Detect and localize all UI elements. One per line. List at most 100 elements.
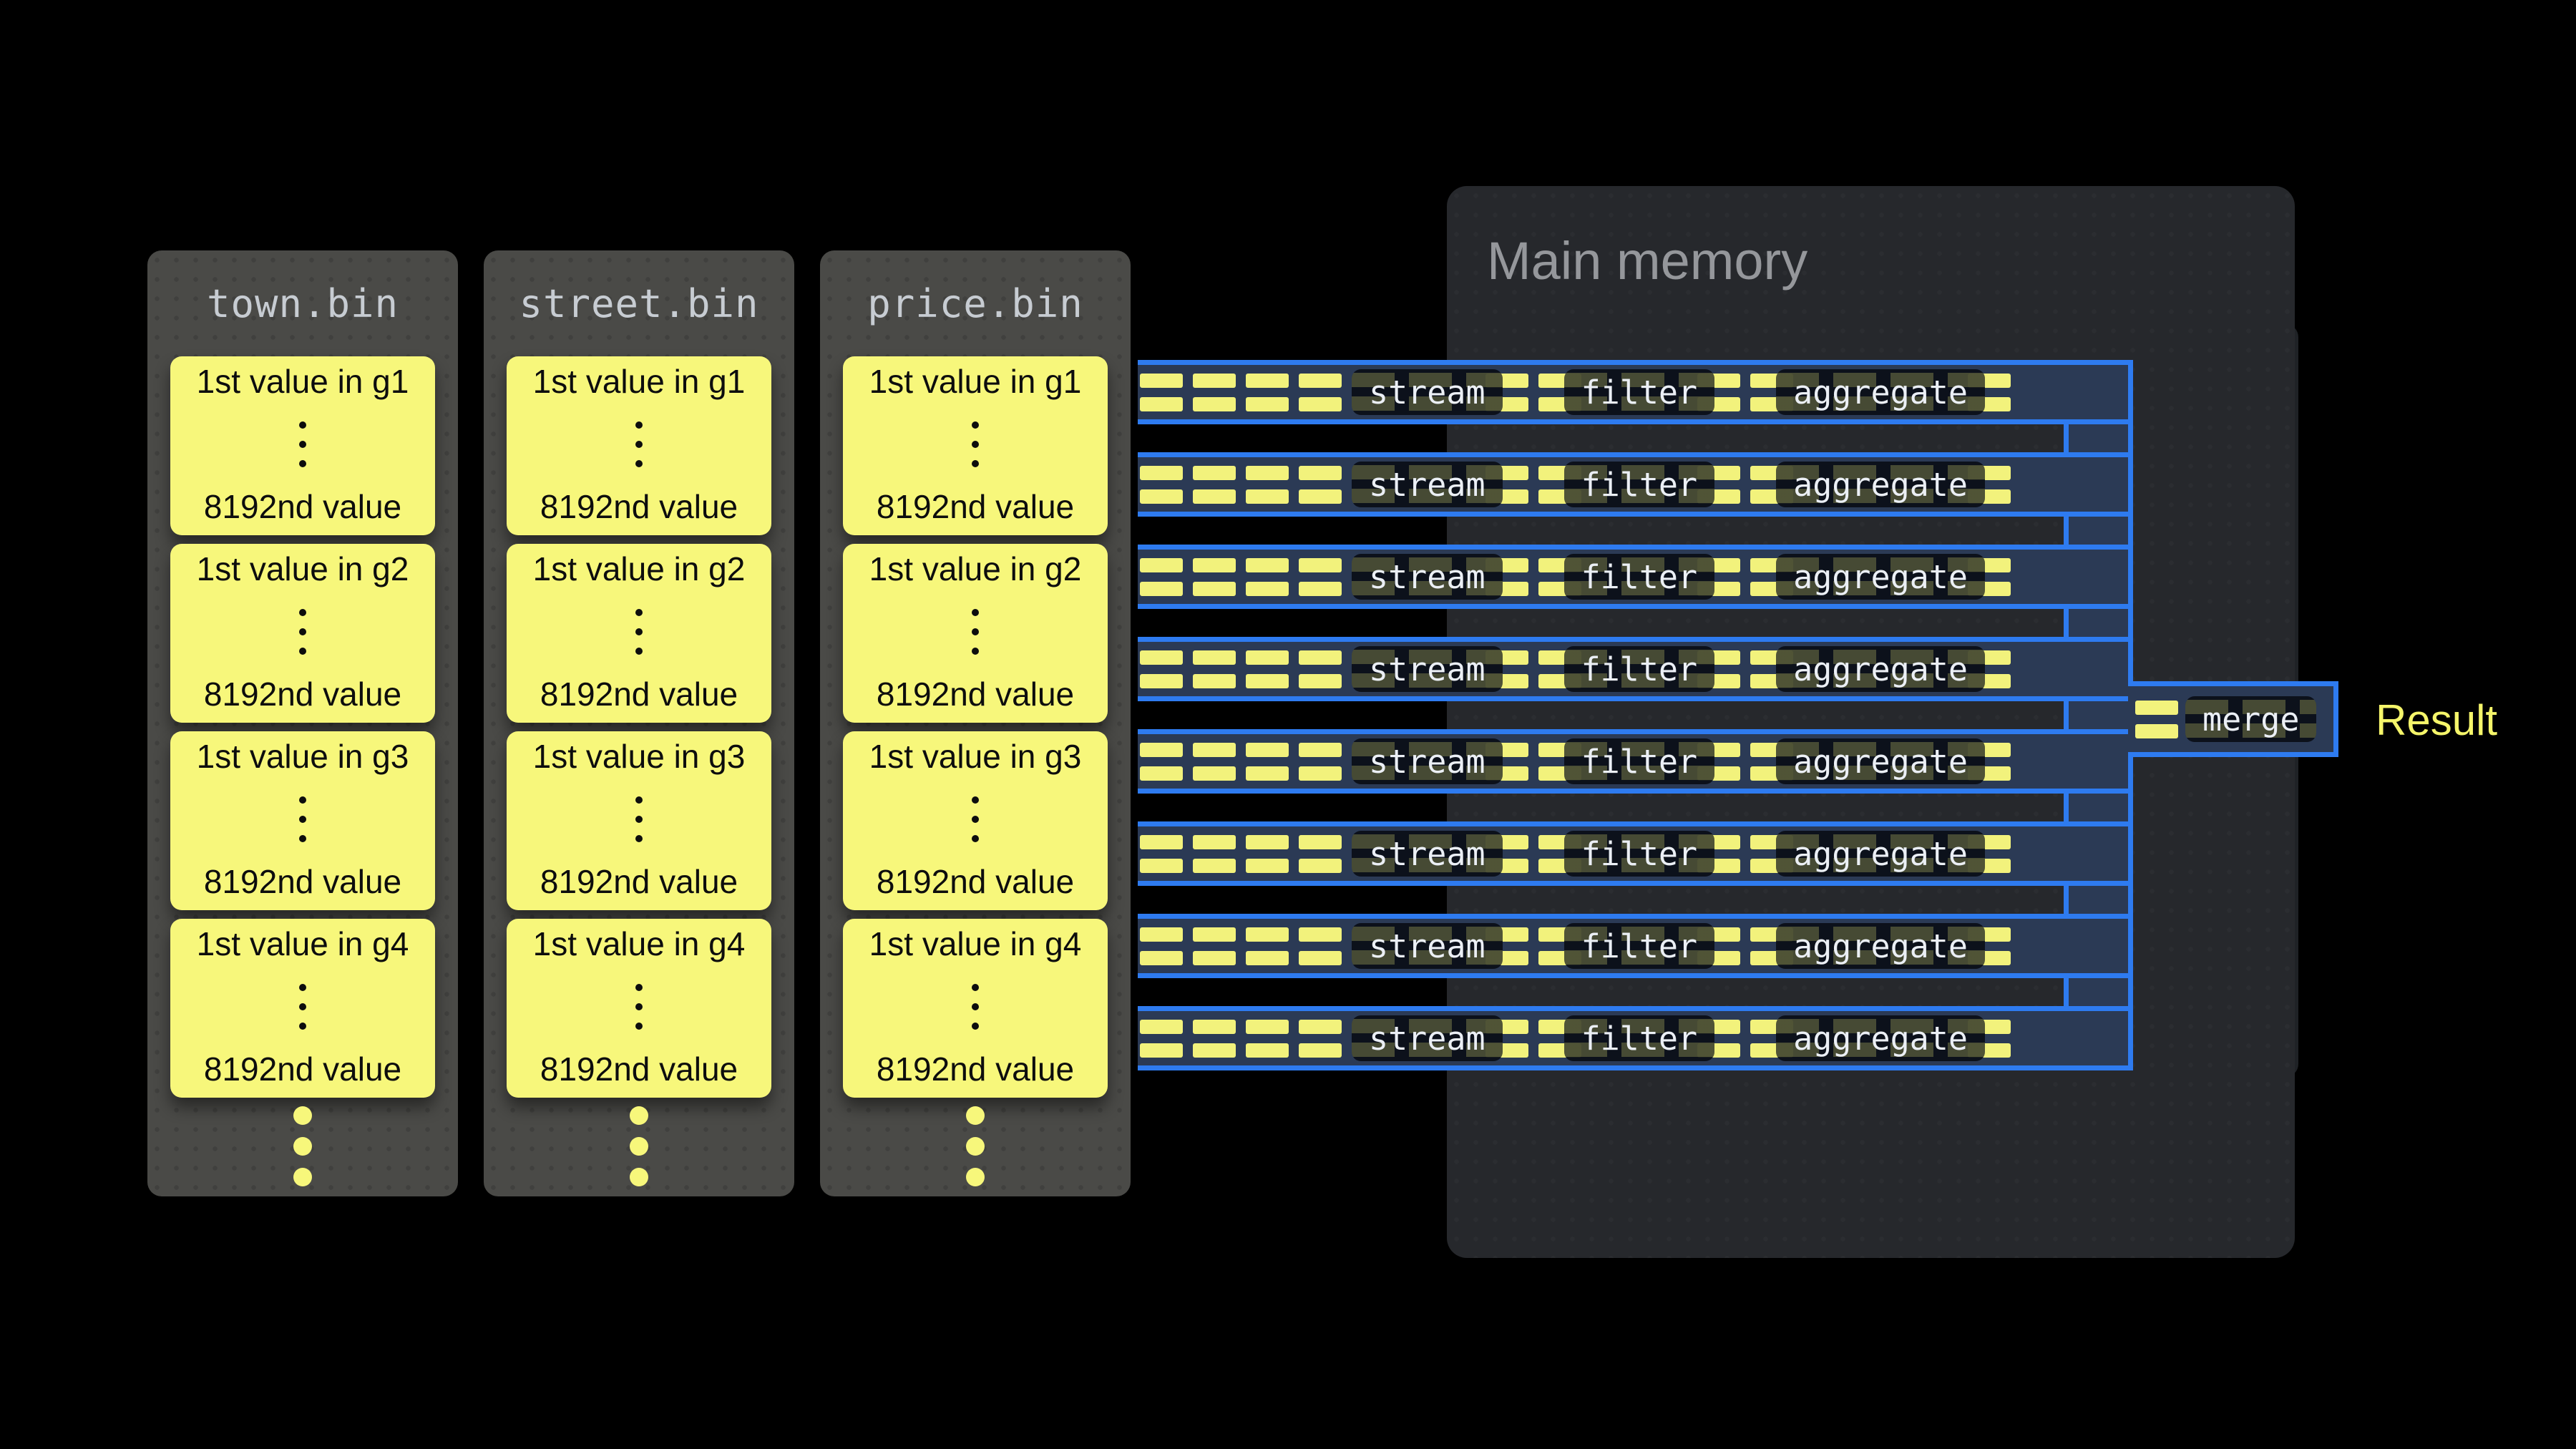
aggregate-operator-box: aggregate [1776,646,1985,692]
ellipsis-dot [299,816,306,823]
data-chunk-icon [1246,374,1289,411]
ellipsis-dot [299,460,306,467]
chunk-bar [1246,397,1289,411]
vertical-ellipsis [635,609,643,655]
ellipsis-dot [299,441,306,448]
aggregate-operator-box: aggregate [1776,554,1985,600]
continuation-dot [293,1168,312,1186]
ellipsis-dot [635,796,643,804]
value-group-block: 1st value in g38192nd value [507,731,771,910]
group-first-value-label: 1st value in g1 [869,364,1082,400]
stream-operator-box: stream [1352,831,1503,877]
value-group-block: 1st value in g18192nd value [843,356,1108,535]
chunk-bar [1193,927,1236,942]
pipeline-row: streamfilteraggregate [1138,914,2133,978]
ellipsis-dot [299,609,306,616]
filter-operator-box: filter [1564,923,1715,969]
chunk-bar [1140,466,1183,480]
chunk-bar [1299,582,1342,596]
chunk-bar [1299,466,1342,480]
result-label: Result [2376,696,2497,745]
stream-operator-label: stream [1369,927,1485,965]
chunk-bar [1193,582,1236,596]
column-continuation-dots [484,1106,794,1186]
group-last-value-label: 8192nd value [204,489,401,525]
chunk-bar [1246,558,1289,572]
ellipsis-dot [299,1023,306,1030]
data-chunk-icon [1140,466,1183,504]
chunk-bar [1246,743,1289,757]
filter-operator-box: filter [1564,369,1715,415]
file-name-label: town.bin [207,281,399,326]
ellipsis-dot [972,835,979,842]
filter-operator-label: filter [1581,835,1698,873]
ellipsis-dot [635,628,643,635]
filter-operator-box: filter [1564,738,1715,784]
group-first-value-label: 1st value in g2 [869,551,1082,587]
ellipsis-dot [635,984,643,991]
group-first-value-label: 1st value in g2 [197,551,409,587]
chunk-bar [1246,374,1289,388]
ellipsis-dot [972,796,979,804]
aggregate-operator-box: aggregate [1776,1015,1985,1061]
chunk-bar [1140,489,1183,504]
group-last-value-label: 8192nd value [540,489,738,525]
chunk-bar [1246,674,1289,688]
pipeline-row: streamfilteraggregate [1138,729,2133,794]
data-chunk-icon [1299,650,1342,688]
aggregate-operator-label: aggregate [1793,1020,1968,1058]
continuation-dot [630,1137,648,1156]
chunk-bar [1299,674,1342,688]
data-chunk-icon [1140,558,1183,596]
stream-operator-label: stream [1369,1020,1485,1058]
data-chunk-icon [1299,743,1342,781]
ellipsis-dot [299,421,306,429]
group-last-value-label: 8192nd value [877,864,1074,900]
aggregate-operator-box: aggregate [1776,738,1985,784]
ellipsis-dot [635,1023,643,1030]
chunk-bar [1299,766,1342,781]
group-first-value-label: 1st value in g4 [869,926,1082,962]
chunk-bar [1140,766,1183,781]
value-group-block: 1st value in g28192nd value [170,544,435,723]
pipeline-row: streamfilteraggregate [1138,545,2133,609]
group-first-value-label: 1st value in g4 [533,926,746,962]
chunk-bar [1193,766,1236,781]
filter-operator-label: filter [1581,466,1698,504]
file-column: price.bin1st value in g18192nd value1st … [820,250,1131,1196]
data-chunk-icon [1193,835,1236,873]
file-column: town.bin1st value in g18192nd value1st v… [147,250,458,1196]
chunk-bar [1246,489,1289,504]
aggregate-operator-label: aggregate [1793,743,1968,781]
vertical-ellipsis [972,796,979,842]
data-chunk-icon [1140,650,1183,688]
group-first-value-label: 1st value in g1 [197,364,409,400]
chunk-bar [1299,859,1342,873]
filter-operator-label: filter [1581,927,1698,965]
aggregate-operator-label: aggregate [1793,374,1968,411]
ellipsis-dot [635,460,643,467]
data-chunk-icon [1193,558,1236,596]
value-group-block: 1st value in g38192nd value [170,731,435,910]
vertical-ellipsis [299,421,306,467]
data-chunk-icon [1246,466,1289,504]
chunk-bar [1193,374,1236,388]
pipeline-row: streamfilteraggregate [1138,821,2133,886]
stream-operator-box: stream [1352,923,1503,969]
chunk-bar [1246,1043,1289,1058]
file-header: price.bin [820,250,1131,356]
filter-operator-label: filter [1581,558,1698,596]
vertical-ellipsis [635,421,643,467]
group-last-value-label: 8192nd value [540,864,738,900]
data-chunk-icon [1246,1020,1289,1058]
chunk-bar [1246,650,1289,665]
vertical-ellipsis [972,984,979,1030]
value-group-block: 1st value in g28192nd value [843,544,1108,723]
value-group-block: 1st value in g1 8192nd value [170,356,435,535]
aggregate-operator-label: aggregate [1793,558,1968,596]
merge-band: merge [2128,681,2338,757]
chunk-bar [1299,489,1342,504]
value-group-block: 1st value in g18192nd value [507,356,771,535]
chunk-bar [1140,835,1183,849]
column-continuation-dots [147,1106,458,1186]
